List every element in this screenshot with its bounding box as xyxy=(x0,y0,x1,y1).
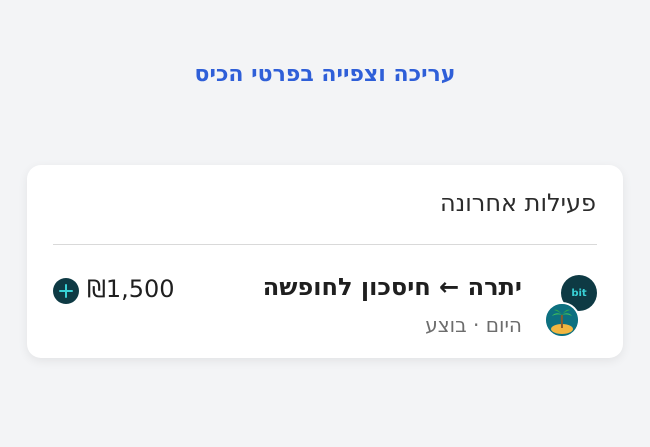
plus-icon xyxy=(53,278,79,304)
transaction-title: יתרה ← חיסכון לחופשה xyxy=(262,273,522,301)
palm-tree-icon xyxy=(544,302,580,338)
transaction-row[interactable]: bit יתרה ← חיסכון לחופשה היום · בוצע ₪1,… xyxy=(53,265,597,345)
bit-logo-label: bit xyxy=(571,287,587,299)
transaction-amount: ₪1,500 xyxy=(87,275,175,303)
section-title: פעילות אחרונה xyxy=(439,189,596,217)
transaction-status: היום · בוצע xyxy=(425,313,522,337)
recent-activity-card: פעילות אחרונה bit יתרה ← חיסכון לחופשה ה… xyxy=(27,165,623,358)
edit-pocket-details-link[interactable]: עריכה וצפייה בפרטי הכיס xyxy=(0,62,650,87)
transaction-icons: bit xyxy=(544,275,597,338)
divider xyxy=(53,244,597,245)
